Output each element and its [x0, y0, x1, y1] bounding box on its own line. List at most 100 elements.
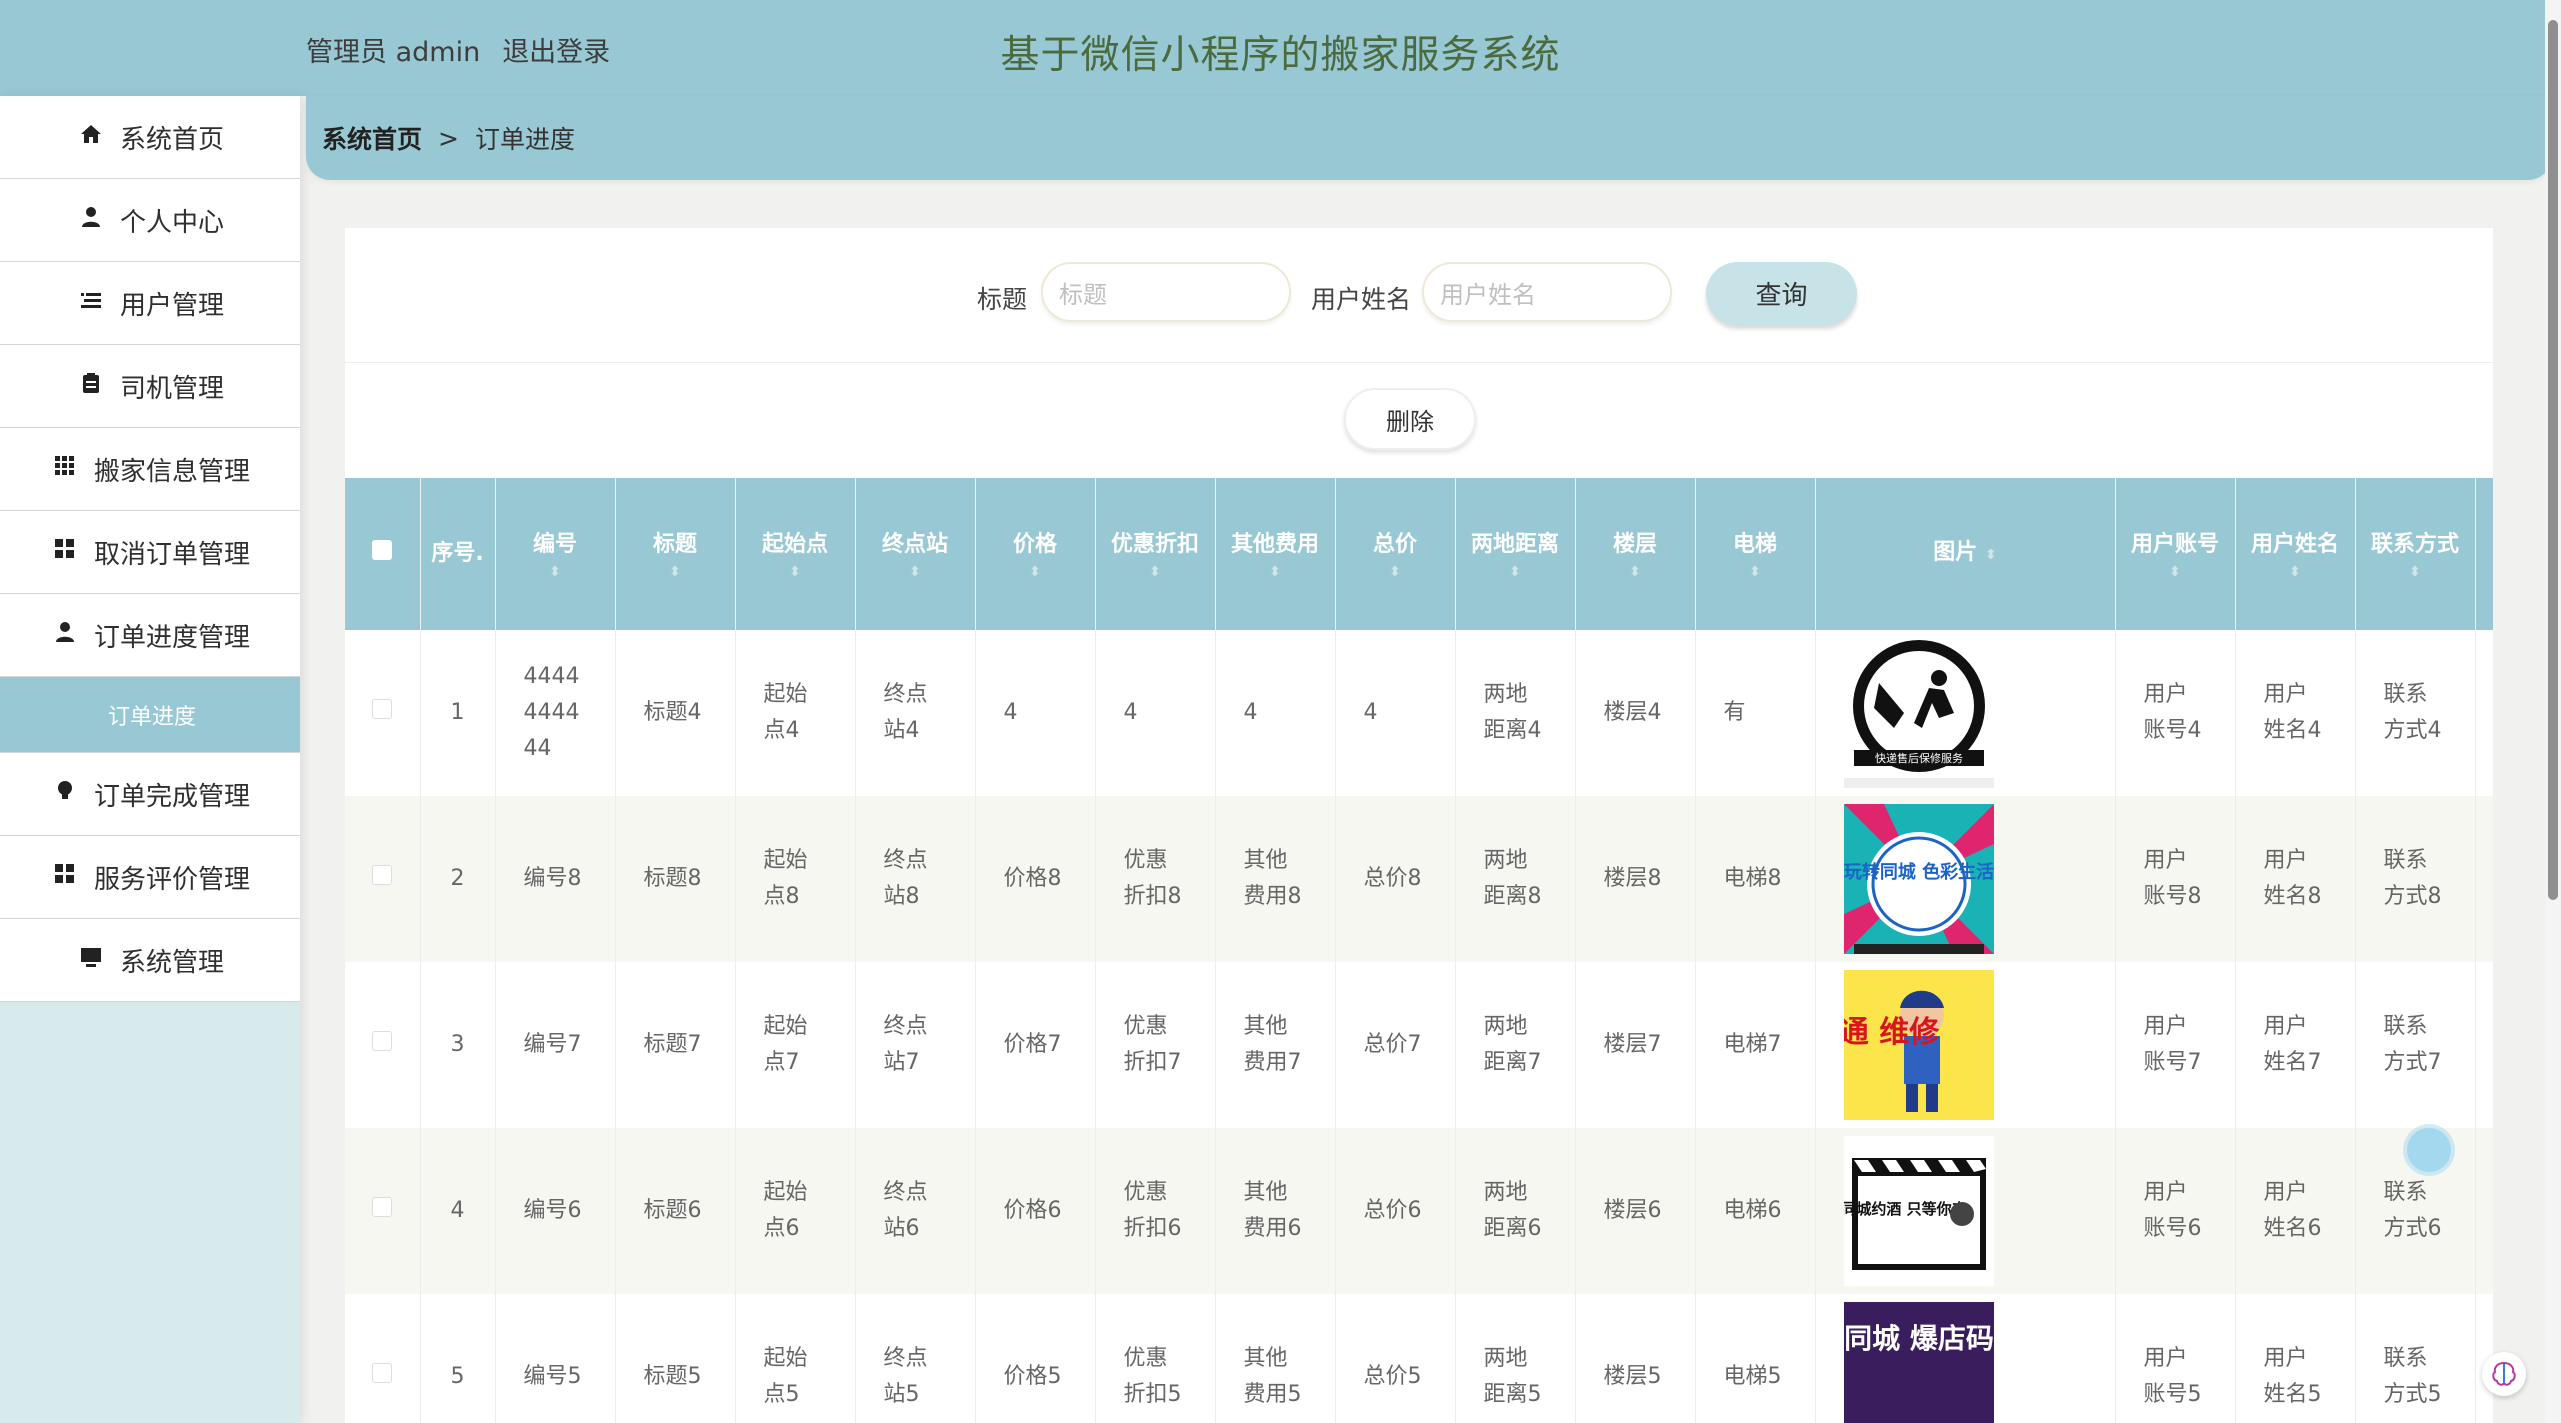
- cell-image: 疏通 维修: [1815, 962, 2115, 1128]
- cell-floor: 楼层6: [1575, 1128, 1695, 1294]
- bulb-icon: [50, 780, 80, 808]
- cell-name: 用户姓名6: [2235, 1128, 2355, 1294]
- cell-image: 快递售后保修服务: [1815, 630, 2115, 796]
- cell-discount: 优惠折扣5: [1095, 1294, 1215, 1423]
- cell-overflow: [2475, 962, 2493, 1128]
- sidebar-item-label: 系统管理: [120, 942, 224, 979]
- brain-icon[interactable]: [2482, 1352, 2526, 1396]
- row-checkbox[interactable]: [345, 630, 420, 796]
- table-row[interactable]: 2 编号8 标题8 起始点8 终点站8 价格8 优惠折扣8 其他费用8 总价8 …: [345, 796, 2493, 962]
- cell-total: 总价6: [1335, 1128, 1455, 1294]
- cell-price: 4: [975, 630, 1095, 796]
- sidebar-item-label: 服务评价管理: [94, 859, 250, 896]
- column-header[interactable]: 优惠折扣⬍: [1095, 478, 1215, 630]
- title-search-input[interactable]: 标题: [1041, 262, 1291, 322]
- column-header[interactable]: 标题⬍: [615, 478, 735, 630]
- sidebar-item-home[interactable]: 系统首页: [0, 96, 300, 179]
- sidebar-item-label: 订单进度管理: [94, 617, 250, 654]
- cell-overflow: [2475, 630, 2493, 796]
- sort-icon: ⬍: [1985, 547, 1997, 563]
- table-row[interactable]: 5 编号5 标题5 起始点5 终点站5 价格5 优惠折扣5 其他费用5 总价5 …: [345, 1294, 2493, 1423]
- query-button[interactable]: 查询: [1706, 262, 1857, 325]
- user-icon: [50, 621, 80, 649]
- column-header[interactable]: 两地距离⬍: [1455, 478, 1575, 630]
- sidebar-subitem-order-progress[interactable]: 订单进度: [0, 677, 300, 753]
- sort-icon: ⬍: [1102, 563, 1209, 581]
- sidebar-item-drivers[interactable]: 司机管理: [0, 345, 300, 428]
- username-search-input[interactable]: 用户姓名: [1422, 262, 1672, 322]
- sidebar-item-system[interactable]: 系统管理: [0, 919, 300, 1002]
- cell-price: 价格6: [975, 1128, 1095, 1294]
- sidebar-item-service-review[interactable]: 服务评价管理: [0, 836, 300, 919]
- table-row[interactable]: 4 编号6 标题6 起始点6 终点站6 价格6 优惠折扣6 其他费用6 总价6 …: [345, 1128, 2493, 1294]
- breadcrumb-home[interactable]: 系统首页: [322, 120, 422, 156]
- row-checkbox[interactable]: [345, 1128, 420, 1294]
- cell-index: 4: [420, 1128, 495, 1294]
- column-header-overflow: [2475, 478, 2493, 630]
- cell-price: 价格8: [975, 796, 1095, 962]
- floating-assist-button[interactable]: [2407, 1128, 2451, 1172]
- select-all-checkbox[interactable]: [345, 478, 420, 630]
- column-header[interactable]: 起始点⬍: [735, 478, 855, 630]
- cell-start: 起始点4: [735, 630, 855, 796]
- cell-discount: 优惠折扣7: [1095, 962, 1215, 1128]
- sidebar-item-moving-info[interactable]: 搬家信息管理: [0, 428, 300, 511]
- column-header[interactable]: 其他费用⬍: [1215, 478, 1335, 630]
- sort-icon: ⬍: [2242, 563, 2349, 581]
- row-checkbox[interactable]: [345, 962, 420, 1128]
- table-header-row: 序号. 编号⬍ 标题⬍ 起始点⬍ 终点站⬍ 价格⬍ 优惠折扣⬍ 其他费用⬍ 总价…: [345, 478, 2493, 630]
- column-header[interactable]: 电梯⬍: [1695, 478, 1815, 630]
- cell-distance: 两地距离7: [1455, 962, 1575, 1128]
- column-header[interactable]: 用户姓名⬍: [2235, 478, 2355, 630]
- row-checkbox[interactable]: [345, 796, 420, 962]
- sidebar-item-order-complete[interactable]: 订单完成管理: [0, 753, 300, 836]
- system-title: 基于微信小程序的搬家服务系统: [0, 24, 2561, 80]
- cell-total: 总价5: [1335, 1294, 1455, 1423]
- plumber-cartoon-image[interactable]: 疏通 维修: [1844, 970, 1994, 1120]
- cell-account: 用户账号7: [2115, 962, 2235, 1128]
- scrollbar-thumb[interactable]: [2548, 20, 2558, 900]
- grid-icon: [50, 863, 80, 891]
- sidebar-item-cancel-orders[interactable]: 取消订单管理: [0, 511, 300, 594]
- sidebar-item-profile[interactable]: 个人中心: [0, 179, 300, 262]
- sort-icon: ⬍: [1222, 563, 1329, 581]
- column-header[interactable]: 终点站⬍: [855, 478, 975, 630]
- column-header[interactable]: 序号.: [420, 478, 495, 630]
- table-row[interactable]: 3 编号7 标题7 起始点7 终点站7 价格7 优惠折扣7 其他费用7 总价7 …: [345, 962, 2493, 1128]
- svg-text:玩转同城 色彩生活: 玩转同城 色彩生活: [1844, 861, 1994, 883]
- column-header[interactable]: 联系方式⬍: [2355, 478, 2475, 630]
- sidebar-item-order-progress-mgmt[interactable]: 订单进度管理: [0, 594, 300, 677]
- cell-other-fee: 4: [1215, 630, 1335, 796]
- city-shop-poster-image[interactable]: 同城 爆店码: [1844, 1302, 1994, 1423]
- column-header[interactable]: 楼层⬍: [1575, 478, 1695, 630]
- grid-icon: [50, 538, 80, 566]
- sidebar-item-label: 个人中心: [120, 202, 224, 239]
- grid-icon: [50, 455, 80, 483]
- title-label: 标题: [977, 280, 1027, 316]
- sort-icon: ⬍: [982, 563, 1089, 581]
- table-row[interactable]: 1 4444444444 标题4 起始点4 终点站4 4 4 4 4 两地距离4…: [345, 630, 2493, 796]
- colorful-life-badge-image[interactable]: 玩转同城 色彩生活: [1844, 804, 1994, 954]
- cell-other-fee: 其他费用5: [1215, 1294, 1335, 1423]
- sort-icon: ⬍: [862, 563, 969, 581]
- sort-icon: ⬍: [1342, 563, 1449, 581]
- column-header[interactable]: 编号⬍: [495, 478, 615, 630]
- top-header: 管理员 admin退出登录 基于微信小程序的搬家服务系统: [0, 0, 2561, 96]
- cell-elevator: 电梯8: [1695, 796, 1815, 962]
- delete-button[interactable]: 删除: [1344, 388, 1476, 450]
- repair-service-logo-image[interactable]: 快递售后保修服务: [1844, 638, 1994, 788]
- column-header[interactable]: 价格⬍: [975, 478, 1095, 630]
- sort-icon: ⬍: [2122, 563, 2229, 581]
- column-header[interactable]: 图片 ⬍: [1815, 478, 2115, 630]
- column-header[interactable]: 用户账号⬍: [2115, 478, 2235, 630]
- cell-name: 用户姓名4: [2235, 630, 2355, 796]
- sidebar-item-label: 订单完成管理: [94, 776, 250, 813]
- clapboard-banner-image[interactable]: 同城约酒 只等你来: [1844, 1136, 1994, 1286]
- cell-elevator: 电梯6: [1695, 1128, 1815, 1294]
- cell-total: 总价8: [1335, 796, 1455, 962]
- sidebar-item-users[interactable]: 用户管理: [0, 262, 300, 345]
- row-checkbox[interactable]: [345, 1294, 420, 1423]
- column-header[interactable]: 总价⬍: [1335, 478, 1455, 630]
- content-panel: 标题 标题 用户姓名 用户姓名 查询 删除 序号. 编号⬍ 标题⬍ 起始点⬍ 终…: [345, 228, 2493, 1423]
- cell-image: 同城 爆店码: [1815, 1294, 2115, 1423]
